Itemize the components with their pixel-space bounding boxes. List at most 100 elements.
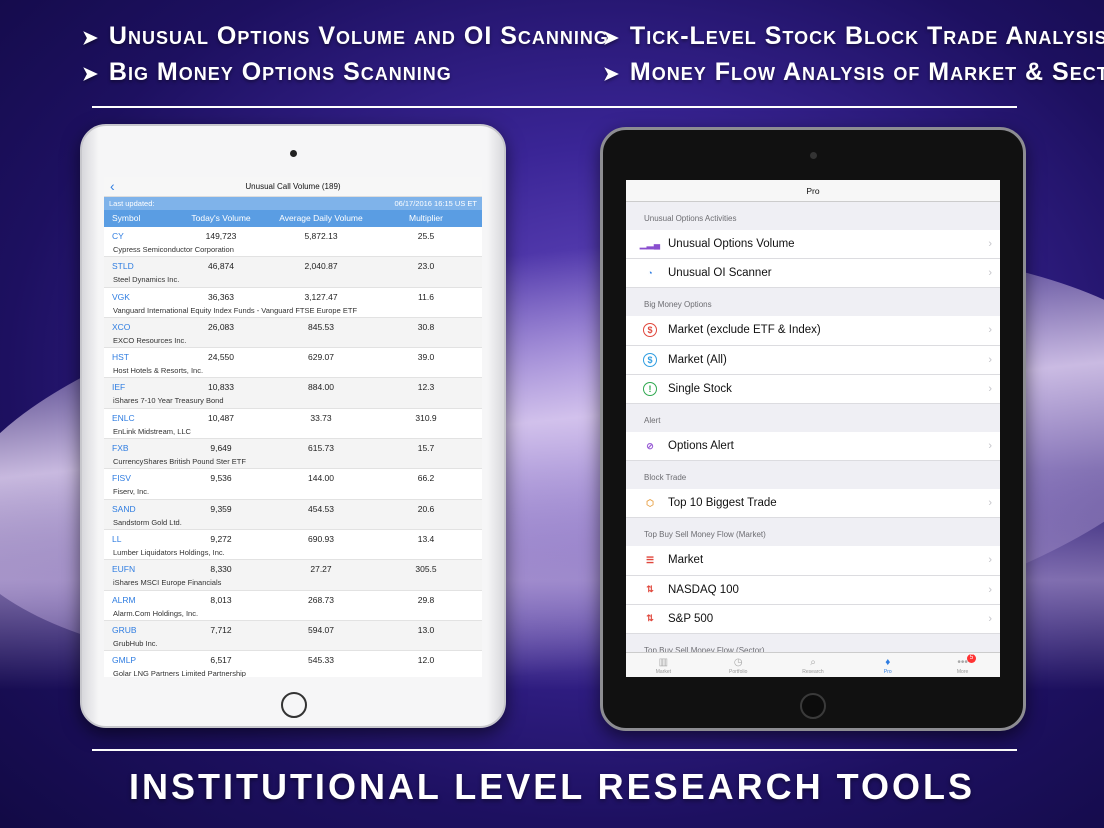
headline-block-trade: ➤ Tick-Level Stock Block Trade Analysis [603, 22, 1104, 50]
menu-item-label: Market [668, 554, 704, 567]
menu-item-options-alert[interactable]: ⊘ Options Alert › [626, 431, 1000, 462]
row-symbol: ALRM [112, 594, 136, 605]
menu-item-market[interactable]: ☰ Market › [626, 546, 1000, 576]
tab-label: More [956, 669, 969, 675]
row-values: VGK 36,363 3,127.47 11.6 [104, 288, 482, 302]
camera [290, 150, 297, 157]
row-values: ALRM 8,013 268.73 29.8 [104, 591, 482, 605]
chevron-right-icon: › [988, 554, 992, 567]
home-button[interactable] [800, 693, 826, 719]
header-symbol[interactable]: Symbol [104, 210, 176, 227]
row-average: 454.53 [308, 503, 334, 514]
row-values: LL 9,272 690.93 13.4 [104, 530, 482, 544]
section-header: Unusual Options Activities [644, 214, 737, 223]
pro-screen: Pro Unusual Options Activities ▁▂▄ Unusual… [626, 180, 1000, 677]
pro-menu-list: Unusual Options Activities ▁▂▄ Unusual Opt… [626, 202, 1000, 662]
up-down-arrows-icon: ⇅ [646, 584, 654, 595]
row-average: 845.53 [308, 321, 334, 332]
row-volume: 10,487 [208, 412, 234, 423]
table-row[interactable]: HST 24,550 629.07 39.0 Host Hotels & Resorts… [104, 348, 482, 379]
nav-bar: ‹ Unusual Call Volume (189) [104, 177, 482, 197]
row-multiplier: 13.0 [417, 624, 435, 635]
market-tab-icon: ▥ [658, 657, 669, 668]
table-row[interactable]: FXB 9,649 615.73 15.7 CurrencyShares British… [104, 439, 482, 470]
menu-item-top-10-biggest-trade[interactable]: ⬡ Top 10 Biggest Trade › [626, 489, 1000, 519]
table-row[interactable]: ENLC 10,487 33.73 310.9 EnLink Midstream, LL… [104, 409, 482, 440]
menu-item-label: Unusual OI Scanner [668, 267, 772, 280]
header-average-volume[interactable]: Average Daily Volume [266, 210, 376, 227]
row-multiplier: 29.8 [417, 594, 435, 605]
menu-item-label: Single Stock [668, 382, 732, 395]
row-multiplier: 13.4 [417, 533, 435, 544]
row-company-name: Cypress Semiconductor Corporation [113, 245, 234, 254]
headline-unusual-options: ➤ Unusual Options Volume and OI Scanning [82, 22, 609, 50]
section-header: Alert [644, 415, 661, 425]
menu-item-unusual-oi-scanner[interactable]: ◔ Unusual OI Scanner › [626, 259, 1000, 289]
table-row[interactable]: GRUB 7,712 594.07 13.0 GrubHub Inc. [104, 620, 482, 652]
table-row[interactable]: EUFN 8,330 27.27 305.5 iShares MSCI Europe F… [104, 560, 482, 591]
row-multiplier: 12.0 [417, 655, 435, 666]
table-row[interactable]: ALRM 8,013 268.73 29.8 Alarm.Com Holdings, I… [104, 591, 482, 621]
row-symbol: ENLC [112, 412, 135, 423]
row-company-name: Steel Dynamics Inc. [113, 275, 180, 285]
row-company-name: Alarm.Com Holdings, Inc. [113, 608, 199, 618]
home-button[interactable] [281, 692, 307, 718]
section-header: Top Buy Sell Money Flow (Market) [644, 530, 766, 540]
tab-more[interactable]: ••• More 5 [925, 653, 1000, 677]
section-header: Big Money Options [644, 300, 712, 310]
row-symbol: VGK [112, 291, 130, 302]
row-volume: 8,013 [210, 594, 232, 605]
table-row[interactable]: IEF 10,833 884.00 12.3 iShares 7-10 Year Tre… [104, 378, 482, 409]
menu-item-label: Top 10 Biggest Trade [668, 497, 777, 510]
tab-research[interactable]: ⌕ Research [776, 653, 851, 677]
row-average: 594.07 [308, 624, 334, 635]
row-volume: 46,874 [208, 261, 234, 272]
chevron-right-icon: › [988, 382, 992, 395]
volume-table: CY 149,723 5,872.13 25.5 Cypress Semiconduct… [104, 227, 482, 677]
row-values: ENLC 10,487 33.73 310.9 [104, 409, 482, 423]
row-average: 144.00 [308, 473, 334, 484]
menu-item-unusual-options-volume[interactable]: ▁▂▄ Unusual Options Volume › [626, 230, 1000, 260]
table-row[interactable]: XCO 26,083 845.53 30.8 EXCO Resources Inc. [104, 317, 482, 349]
row-symbol: FISV [112, 473, 131, 484]
row-multiplier: 30.8 [417, 321, 435, 332]
section-header: Block Trade [644, 473, 687, 483]
back-chevron-icon[interactable]: ‹ [110, 177, 115, 196]
bottom-divider [92, 749, 1017, 751]
row-average: 5,872.13 [304, 231, 338, 241]
table-row[interactable]: STLD 46,874 2,040.87 23.0 Steel Dynamics Inc… [104, 257, 482, 288]
row-values: SAND 9,359 454.53 20.6 [104, 500, 482, 514]
menu-item-nasdaq-100[interactable]: ⇅ NASDAQ 100 › [626, 575, 1000, 605]
dollar-blue-icon: $ [643, 352, 657, 367]
row-symbol: GRUB [112, 624, 137, 635]
chevron-right-icon: › [988, 324, 992, 337]
row-multiplier: 66.2 [417, 473, 435, 484]
menu-item-s-p-500[interactable]: ⇅ S&P 500 › [626, 604, 1000, 634]
table-row[interactable]: VGK 36,363 3,127.47 11.6 Vanguard Internatio… [104, 288, 482, 318]
row-company-name: Host Hotels & Resorts, Inc. [113, 366, 204, 376]
menu-item-label: Options Alert [668, 440, 734, 453]
row-values: FISV 9,536 144.00 66.2 [104, 469, 482, 483]
tab-market[interactable]: ▥ Market [626, 653, 701, 677]
tab-portfolio[interactable]: ◷ Portfolio [701, 653, 776, 677]
row-volume: 149,723 [205, 231, 237, 241]
table-row[interactable]: FISV 9,536 144.00 66.2 Fiserv, Inc. [104, 469, 482, 500]
table-row[interactable]: LL 9,272 690.93 13.4 Lumber Liquidators Hold… [104, 530, 482, 561]
chevron-right-icon: › [988, 497, 992, 510]
menu-item-market-exclude-etf-index[interactable]: $ Market (exclude ETF & Index) › [626, 316, 1000, 346]
header-todays-volume[interactable]: Today's Volume [176, 210, 266, 227]
table-row[interactable]: GMLP 6,517 545.33 12.0 Golar LNG Partners Li… [104, 651, 482, 677]
menu-item-label: Market (exclude ETF & Index) [668, 324, 821, 337]
row-values: IEF 10,833 884.00 12.3 [104, 378, 482, 392]
chevron-right-icon: › [988, 583, 992, 596]
row-company-name: iShares 7-10 Year Treasury Bond [113, 396, 224, 406]
menu-item-market-all[interactable]: $ Market (All) › [626, 345, 1000, 375]
header-multiplier[interactable]: Multiplier [376, 210, 476, 227]
row-values: XCO 26,083 845.53 30.8 [104, 318, 482, 332]
menu-item-single-stock[interactable]: ! Single Stock › [626, 374, 1000, 404]
row-volume: 9,359 [210, 503, 232, 514]
table-row[interactable]: SAND 9,359 454.53 20.6 Sandstorm Gold Ltd. [104, 499, 482, 530]
chevron-right-icon: › [988, 440, 992, 453]
tab-pro[interactable]: ♦ Pro [850, 653, 925, 677]
table-row[interactable]: CY 149,723 5,872.13 25.5 Cypress Semiconduct… [104, 227, 482, 258]
